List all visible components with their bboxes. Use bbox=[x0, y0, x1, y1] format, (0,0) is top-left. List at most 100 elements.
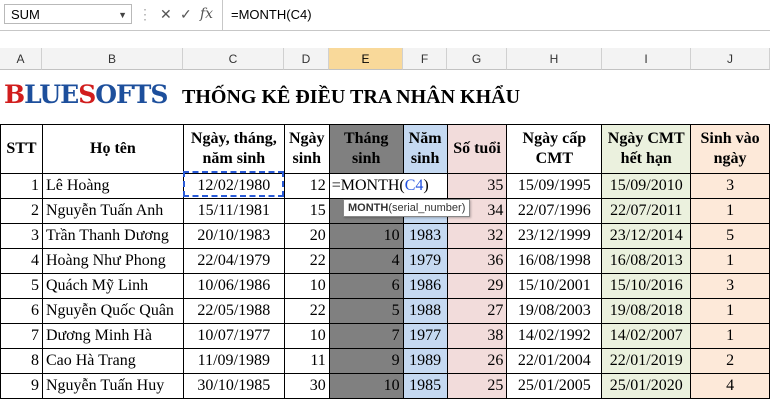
column-header-h[interactable]: H bbox=[507, 48, 602, 70]
cell-day[interactable]: 10 bbox=[283, 273, 330, 299]
cell-age[interactable]: 26 bbox=[446, 348, 508, 374]
cell-dob[interactable]: 10/07/1977 bbox=[182, 323, 285, 349]
cell-issued[interactable]: 19/08/2003 bbox=[506, 298, 603, 324]
expand-dots-icon[interactable]: ⋮ bbox=[138, 3, 152, 25]
column-header-a[interactable]: A bbox=[0, 48, 42, 70]
cell-month[interactable]: 6 bbox=[328, 273, 404, 299]
cell-weekday[interactable]: 5 bbox=[690, 223, 770, 249]
cell-issued[interactable]: 23/12/1999 bbox=[506, 223, 603, 249]
header-day[interactable]: Ngày sinh bbox=[283, 124, 330, 174]
cell-day[interactable]: 12 bbox=[283, 173, 330, 199]
cell-year[interactable]: 1989 bbox=[402, 348, 448, 374]
cell-issued[interactable]: 16/08/1998 bbox=[506, 248, 603, 274]
cell-name[interactable]: Dương Minh Hà bbox=[41, 323, 184, 349]
cell-dob[interactable]: 11/09/1989 bbox=[182, 348, 285, 374]
cell-issued[interactable]: 22/01/2004 bbox=[506, 348, 603, 374]
cell-weekday[interactable]: 3 bbox=[690, 173, 770, 199]
cell-year[interactable]: 1977 bbox=[402, 323, 448, 349]
cell-name[interactable]: Trần Thanh Dương bbox=[41, 223, 184, 249]
cell-month-editing[interactable]: =MONTH(C4) bbox=[328, 173, 448, 199]
cell-stt[interactable]: 2 bbox=[0, 198, 43, 224]
cell-month[interactable]: 10 bbox=[328, 373, 404, 399]
header-year[interactable]: Năm sinh bbox=[402, 124, 448, 174]
cell-day[interactable]: 10 bbox=[283, 323, 330, 349]
cell-expiry[interactable]: 22/01/2019 bbox=[601, 348, 692, 374]
cell-age[interactable]: 32 bbox=[446, 223, 508, 249]
cell-weekday[interactable]: 3 bbox=[690, 273, 770, 299]
cell-year[interactable]: 1986 bbox=[402, 273, 448, 299]
cell-month[interactable]: 5 bbox=[328, 298, 404, 324]
chevron-down-icon[interactable]: ▼ bbox=[118, 5, 127, 25]
cell-issued[interactable]: 22/07/1996 bbox=[506, 198, 603, 224]
cell-age[interactable]: 36 bbox=[446, 248, 508, 274]
cell-weekday[interactable]: 1 bbox=[690, 198, 770, 224]
cell-year[interactable]: 1983 bbox=[402, 223, 448, 249]
header-weekday[interactable]: Sinh vào ngày bbox=[690, 124, 770, 174]
cell-day[interactable]: 20 bbox=[283, 223, 330, 249]
cell-stt[interactable]: 1 bbox=[0, 173, 43, 199]
cell-month[interactable]: 9 bbox=[328, 348, 404, 374]
cell-stt[interactable]: 4 bbox=[0, 248, 43, 274]
formula-input[interactable]: =MONTH(C4) bbox=[222, 0, 770, 30]
cell-name[interactable]: Quách Mỹ Linh bbox=[41, 273, 184, 299]
column-header-d[interactable]: D bbox=[284, 48, 329, 70]
cell-issued[interactable]: 14/02/1992 bbox=[506, 323, 603, 349]
cell-day[interactable]: 15 bbox=[283, 198, 330, 224]
cell-month[interactable]: 4 bbox=[328, 248, 404, 274]
cell-year[interactable]: 1988 bbox=[402, 298, 448, 324]
cell-age[interactable]: 27 bbox=[446, 298, 508, 324]
cell-day[interactable]: 22 bbox=[283, 248, 330, 274]
column-header-i[interactable]: I bbox=[602, 48, 691, 70]
cell-day[interactable]: 30 bbox=[283, 373, 330, 399]
name-box[interactable]: SUM ▼ bbox=[4, 4, 132, 24]
cell-stt[interactable]: 9 bbox=[0, 373, 43, 399]
header-issued[interactable]: Ngày cấp CMT bbox=[506, 124, 603, 174]
cancel-icon[interactable]: ✕ bbox=[160, 3, 172, 25]
cell-year[interactable]: 1979 bbox=[402, 248, 448, 274]
column-header-j[interactable]: J bbox=[691, 48, 770, 70]
cell-name[interactable]: Lê Hoàng bbox=[41, 173, 184, 199]
cell-dob[interactable]: 15/11/1981 bbox=[182, 198, 285, 224]
cell-stt[interactable]: 7 bbox=[0, 323, 43, 349]
header-stt[interactable]: STT bbox=[0, 124, 43, 174]
cell-age[interactable]: 38 bbox=[446, 323, 508, 349]
cell-weekday[interactable]: 1 bbox=[690, 248, 770, 274]
cell-dob[interactable]: 22/04/1979 bbox=[182, 248, 285, 274]
cell-issued[interactable]: 25/01/2005 bbox=[506, 373, 603, 399]
cell-weekday[interactable]: 2 bbox=[690, 348, 770, 374]
cell-weekday[interactable]: 1 bbox=[690, 323, 770, 349]
cell-issued[interactable]: 15/09/1995 bbox=[506, 173, 603, 199]
enter-check-icon[interactable]: ✓ bbox=[180, 3, 192, 25]
cell-weekday[interactable]: 4 bbox=[690, 373, 770, 399]
header-age[interactable]: Số tuổi bbox=[446, 124, 508, 174]
cell-expiry[interactable]: 14/02/2007 bbox=[601, 323, 692, 349]
cell-stt[interactable]: 8 bbox=[0, 348, 43, 374]
cell-name[interactable]: Cao Hà Trang bbox=[41, 348, 184, 374]
cell-dob[interactable]: 12/02/1980 bbox=[182, 173, 285, 199]
cell-expiry[interactable]: 19/08/2018 bbox=[601, 298, 692, 324]
cell-name[interactable]: Nguyễn Quốc Quân bbox=[41, 298, 184, 324]
cell-stt[interactable]: 3 bbox=[0, 223, 43, 249]
cell-dob[interactable]: 20/10/1983 bbox=[182, 223, 285, 249]
cell-month[interactable]: 7 bbox=[328, 323, 404, 349]
column-header-b[interactable]: B bbox=[42, 48, 183, 70]
cell-dob[interactable]: 22/05/1988 bbox=[182, 298, 285, 324]
cell-expiry[interactable]: 23/12/2014 bbox=[601, 223, 692, 249]
cell-day[interactable]: 22 bbox=[283, 298, 330, 324]
column-header-c[interactable]: C bbox=[183, 48, 284, 70]
column-header-g[interactable]: G bbox=[447, 48, 507, 70]
cell-name[interactable]: Hoàng Như Phong bbox=[41, 248, 184, 274]
insert-function-icon[interactable]: fx bbox=[200, 3, 213, 25]
cell-dob[interactable]: 30/10/1985 bbox=[182, 373, 285, 399]
cell-name[interactable]: Nguyễn Tuấn Huy bbox=[41, 373, 184, 399]
cell-expiry[interactable]: 15/10/2016 bbox=[601, 273, 692, 299]
cell-expiry[interactable]: 15/09/2010 bbox=[601, 173, 692, 199]
cell-dob[interactable]: 10/06/1986 bbox=[182, 273, 285, 299]
header-dob[interactable]: Ngày, tháng, năm sinh bbox=[182, 124, 285, 174]
cell-age[interactable]: 35 bbox=[446, 173, 508, 199]
cell-age[interactable]: 29 bbox=[446, 273, 508, 299]
cell-name[interactable]: Nguyễn Tuấn Anh bbox=[41, 198, 184, 224]
cell-expiry[interactable]: 16/08/2013 bbox=[601, 248, 692, 274]
cell-weekday[interactable]: 1 bbox=[690, 298, 770, 324]
header-month[interactable]: Tháng sinh bbox=[328, 124, 404, 174]
